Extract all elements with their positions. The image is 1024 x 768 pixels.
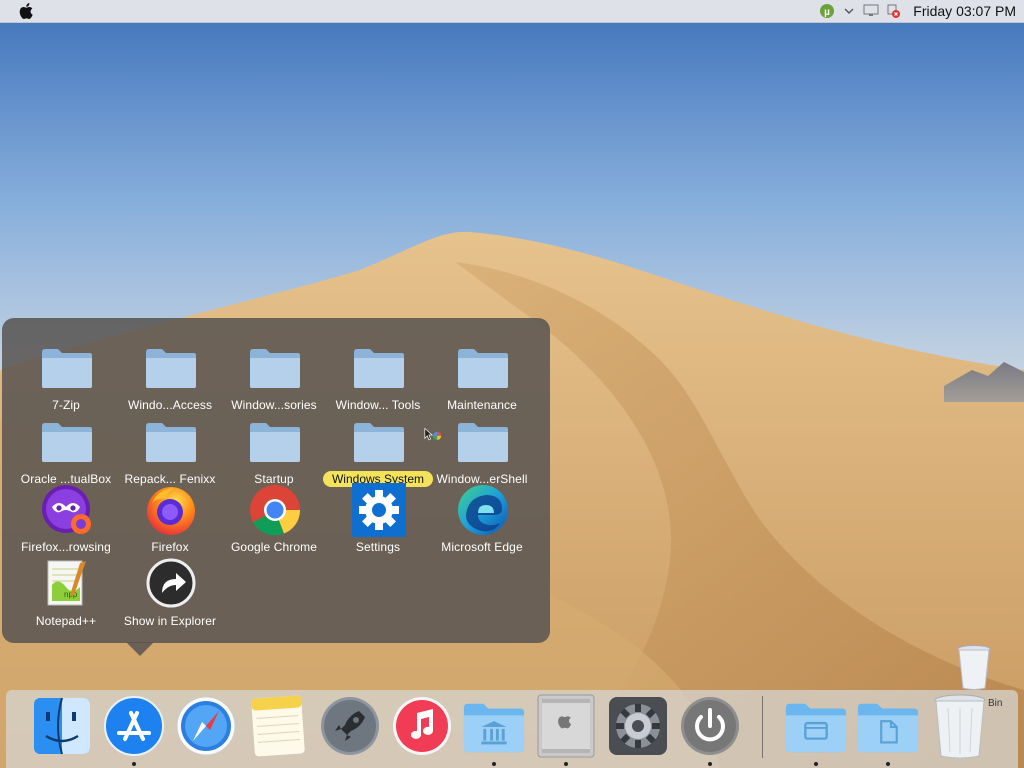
dock-trash[interactable] [928,694,992,759]
desktop-recycle-bin-icon[interactable] [956,644,992,690]
app-firefox-private[interactable]: Firefox...rowsing [14,482,118,554]
item-label: Windo...Access [127,398,213,412]
firefox-icon [143,482,199,538]
folder-windows-access[interactable]: Windo...Access [118,340,222,412]
running-indicator [492,762,496,766]
display-icon[interactable] [863,3,879,19]
folder-maintenance[interactable]: Maintenance [430,340,534,412]
menu-bar: µ Friday 03:07 PM [0,0,1024,23]
show-in-explorer-icon [143,556,199,612]
dock-mac-pro[interactable] [534,694,598,766]
app-microsoft-edge[interactable]: Microsoft Edge [430,482,534,554]
dock-app-store[interactable] [102,694,166,766]
folder-windows-powershell[interactable]: Window...erShell [430,414,534,486]
dock-applications-folder[interactable] [784,694,848,766]
dock-system-preferences[interactable] [606,694,670,758]
dock-safari[interactable] [174,694,238,758]
dock-separator [762,696,763,758]
folder-icon [146,423,196,462]
firefox-private-icon [39,482,95,538]
item-label: Show in Explorer [123,614,217,628]
library-folder-icon [463,703,525,753]
folder-icon [354,349,404,388]
menu-clock[interactable]: Friday 03:07 PM [913,3,1016,19]
svg-text:µ: µ [824,7,830,18]
running-indicator [132,762,136,766]
folder-icon [42,349,92,388]
running-indicator [814,762,818,766]
finder-icon [34,697,90,755]
dock-documents-folder[interactable] [856,694,920,766]
dock-power[interactable] [678,694,742,766]
power-icon [681,697,739,755]
apple-logo-icon[interactable] [18,2,36,20]
dock-launchpad[interactable] [318,694,382,758]
item-label: Settings [355,540,401,554]
folder-startup[interactable]: Startup [222,414,326,486]
system-preferences-icon [609,697,667,755]
folder-icon [250,349,300,388]
folder-icon [354,423,404,462]
folder-icon [458,349,508,388]
item-label: Notepad++ [35,614,97,628]
folder-icon [146,349,196,388]
item-label: Firefox [151,540,189,554]
launchpad-rocket-icon [321,697,379,755]
popover-tail [126,642,154,656]
folder-windows-accessories[interactable]: Window...sories [222,340,326,412]
settings-gear-icon [351,482,407,538]
chrome-icon [247,482,303,538]
music-icon [393,697,451,755]
app-store-icon [104,696,164,756]
app-google-chrome[interactable]: Google Chrome [222,482,326,554]
app-show-in-explorer[interactable]: Show in Explorer [118,556,222,628]
app-notepadpp[interactable]: npp Notepad++ [14,556,118,628]
folder-repack-fenixx[interactable]: Repack... Fenixx [118,414,222,486]
start-menu-popover: 7-Zip Windo...Access Window...sories Win… [2,318,550,656]
item-label: Window...sories [231,398,317,412]
dock-finder[interactable] [30,694,94,758]
documents-folder-icon [857,703,919,753]
edge-icon [455,482,511,538]
item-label: Firefox...rowsing [21,540,111,554]
running-indicator [708,762,712,766]
system-tray: µ Friday 03:07 PM [819,0,1024,22]
item-label: Google Chrome [230,540,317,554]
folder-7zip[interactable]: 7-Zip [14,340,118,412]
network-error-icon[interactable] [885,3,901,19]
folder-oracle-virtualbox[interactable]: Oracle ...tualBox [14,414,118,486]
mac-pro-icon [537,694,595,758]
folder-icon [42,423,92,462]
dock [6,690,1018,768]
trash-icon [934,694,986,759]
applications-folder-icon [785,703,847,753]
folder-icon [458,423,508,462]
folder-icon [250,423,300,462]
mouse-cursor-icon [424,427,442,441]
notepadpp-icon: npp [39,556,95,612]
recycle-bin-label: Bin [988,698,1003,709]
utorrent-icon[interactable]: µ [819,3,835,19]
folder-windows-system[interactable]: Windows System [322,414,434,487]
item-label: 7-Zip [52,398,80,412]
app-firefox[interactable]: Firefox [118,482,222,554]
dock-music[interactable] [390,694,454,758]
dock-notes[interactable] [246,694,310,758]
app-settings[interactable]: Settings [326,482,430,554]
safari-icon [176,696,236,756]
running-indicator [886,762,890,766]
item-label: Maintenance [447,398,517,412]
notes-icon [251,695,305,757]
chevron-down-icon[interactable] [841,3,857,19]
running-indicator [564,762,568,766]
item-label: Microsoft Edge [441,540,523,554]
folder-windows-tools[interactable]: Window... Tools [326,340,430,412]
dock-library-folder[interactable] [462,694,526,766]
item-label: Window... Tools [335,398,421,412]
